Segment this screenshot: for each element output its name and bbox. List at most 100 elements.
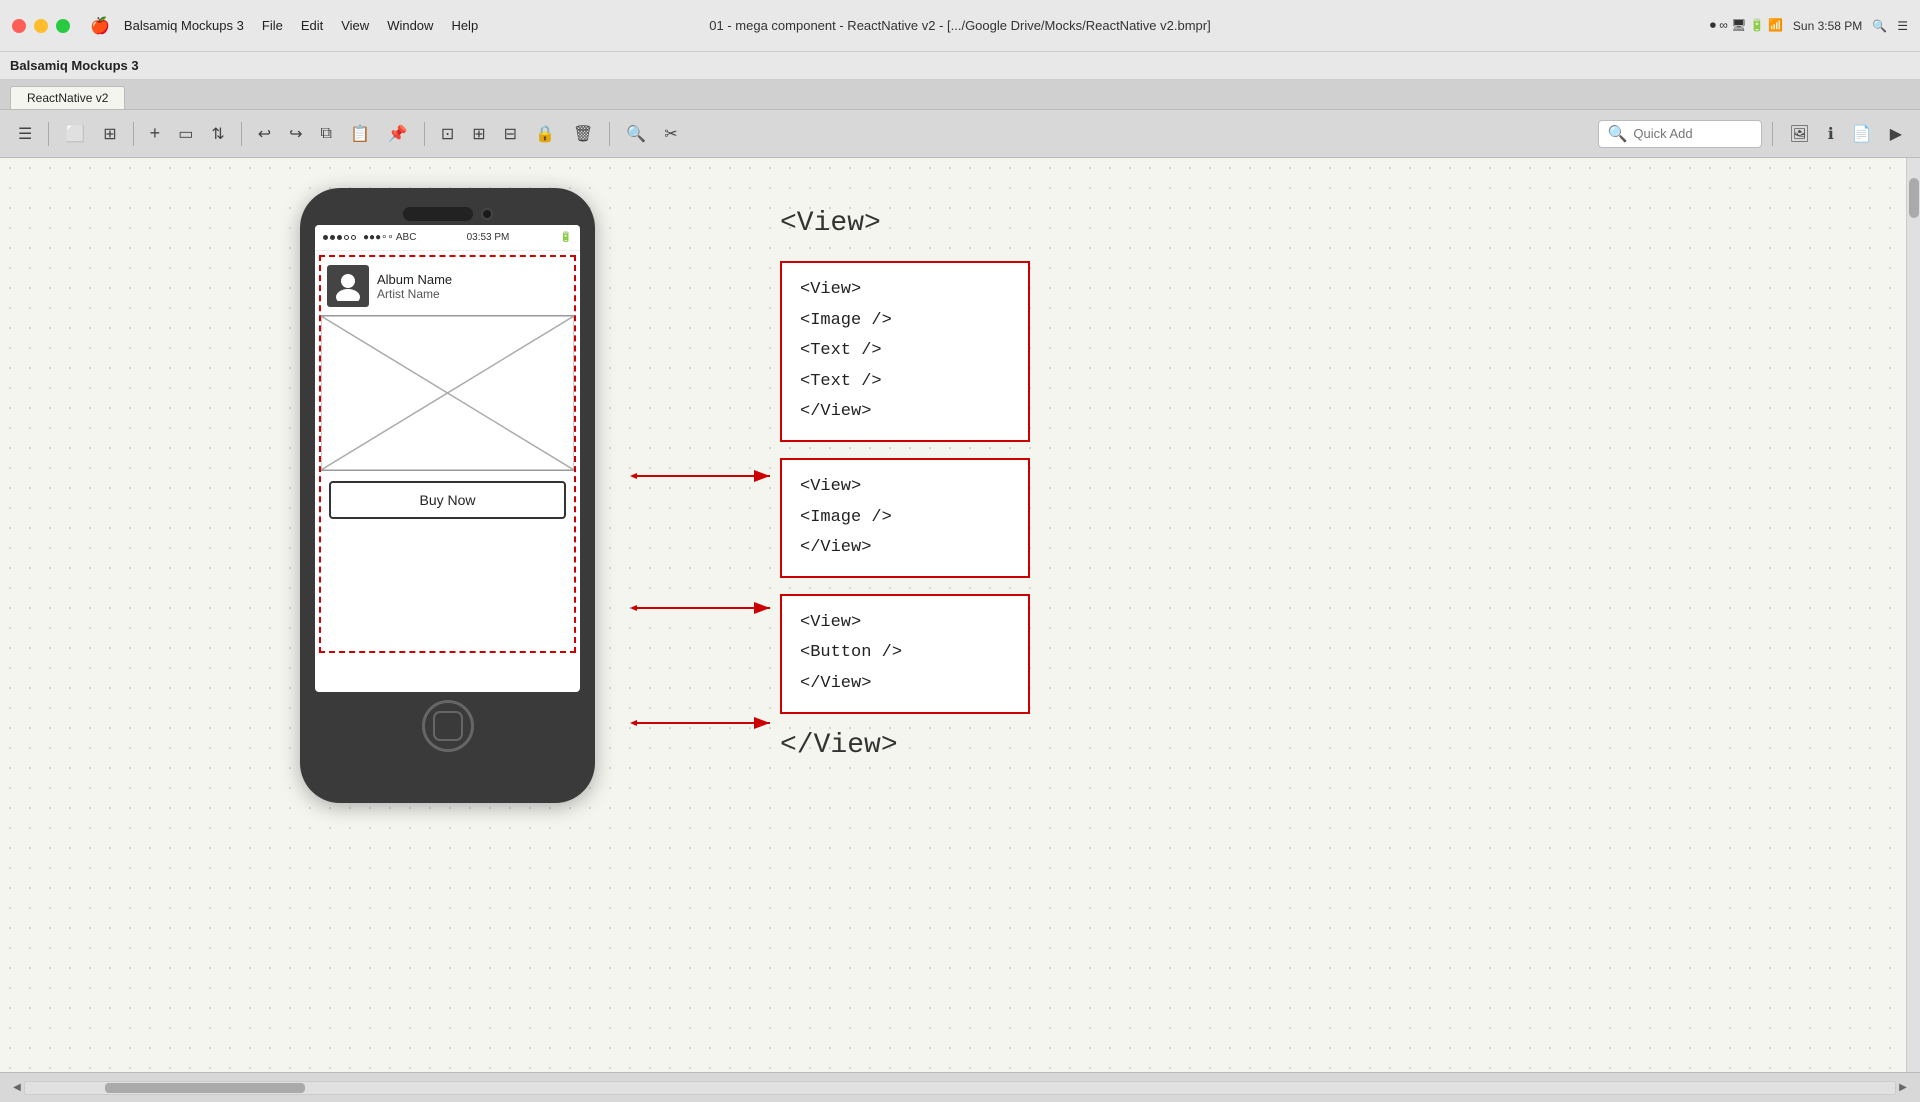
- battery-icon: 🔋: [560, 232, 572, 243]
- scrollbar-right[interactable]: [1906, 158, 1920, 1072]
- add-button[interactable]: +: [144, 119, 167, 148]
- grid-view-button[interactable]: ⊞: [97, 120, 122, 148]
- distribute-button[interactable]: ⊟: [498, 120, 523, 148]
- annotation-box-1: <View> <Image /> <Text /> <Text /> </Vie…: [780, 261, 1030, 442]
- separator-4: [424, 122, 425, 146]
- carrier-label: ●●●∘∘ ABC: [363, 232, 416, 243]
- album-avatar: [327, 265, 369, 307]
- mac-status-right: ⏺ ∞ 🖥 🔋 📶 Sun 3:58 PM 🔍 ☰: [1710, 18, 1908, 33]
- align-button[interactable]: ⊞: [466, 120, 491, 148]
- menu-balsamiq[interactable]: Balsamiq Mockups 3: [116, 16, 252, 35]
- phone-container: ●●●∘∘ ABC 03:53 PM 🔋: [300, 188, 595, 803]
- scrollbar-bottom-thumb: [105, 1083, 305, 1093]
- play-button[interactable]: ▶: [1884, 120, 1908, 148]
- bottom-bar: ◀ ▶: [0, 1072, 1920, 1102]
- menu-edit[interactable]: Edit: [293, 16, 331, 35]
- toolbar: ☰ ⬜ ⊞ + ▭ ⇅ ↩ ↪ ⧉ 📋 📌 ⊡ ⊞ ⊟ 🔒 🗑 🔍 ✂ 🔍 🖼 …: [0, 110, 1920, 158]
- artist-name: Artist Name: [377, 287, 452, 301]
- phone-camera: [481, 208, 493, 220]
- dot-3: [337, 235, 342, 240]
- scrollbar-bottom[interactable]: [24, 1081, 1896, 1095]
- clock: Sun 3:58 PM: [1793, 19, 1862, 33]
- component-button[interactable]: ▭: [172, 120, 199, 148]
- project-tab[interactable]: ReactNative v2: [10, 86, 125, 109]
- menu-help[interactable]: Help: [443, 16, 486, 35]
- app-name: Balsamiq Mockups 3: [10, 58, 139, 73]
- signal-dots: [323, 235, 356, 240]
- dot-4: [344, 235, 349, 240]
- annotation-box-3-code: <View> <Button /> </View>: [800, 608, 1010, 700]
- lock-button[interactable]: 🔒: [529, 120, 561, 148]
- info-button[interactable]: ℹ: [1822, 120, 1840, 148]
- annotation-box-3: <View> <Button /> </View>: [780, 594, 1030, 714]
- traffic-lights: [12, 19, 70, 33]
- copy-button[interactable]: ⧉: [315, 121, 338, 147]
- menu-view[interactable]: View: [333, 16, 377, 35]
- separator-5: [609, 122, 610, 146]
- home-button[interactable]: [422, 700, 474, 752]
- mac-menu: 🍎 Balsamiq Mockups 3 File Edit View Wind…: [90, 16, 486, 36]
- redo-button[interactable]: ↪: [283, 120, 308, 148]
- scroll-left-button[interactable]: ◀: [10, 1078, 24, 1098]
- status-icons: ⏺ ∞ 🖥 🔋 📶: [1710, 18, 1783, 33]
- status-left: ●●●∘∘ ABC: [323, 232, 416, 243]
- mac-titlebar: 🍎 Balsamiq Mockups 3 File Edit View Wind…: [0, 0, 1920, 52]
- search-icon[interactable]: 🔍: [1872, 19, 1887, 33]
- group-button[interactable]: ⊡: [435, 120, 460, 148]
- hamburger-button[interactable]: ☰: [12, 120, 38, 148]
- app-bar: Balsamiq Mockups 3: [0, 52, 1920, 80]
- view-close-label: </View>: [780, 730, 1030, 761]
- undo-button[interactable]: ↩: [252, 120, 277, 148]
- scrollbar-thumb-right: [1909, 178, 1919, 218]
- paste-button[interactable]: 📋: [344, 120, 376, 148]
- phone-status-bar: ●●●∘∘ ABC 03:53 PM 🔋: [315, 225, 580, 251]
- phone-earpiece: [403, 207, 473, 221]
- crop-button[interactable]: ✂: [658, 120, 683, 148]
- canvas: ●●●∘∘ ABC 03:53 PM 🔋: [0, 158, 1920, 1072]
- clipboard-button[interactable]: 📌: [382, 120, 414, 148]
- menu-icon[interactable]: ☰: [1897, 19, 1908, 33]
- album-name: Album Name: [377, 272, 452, 287]
- menu-window[interactable]: Window: [379, 16, 441, 35]
- home-button-area: [315, 700, 580, 752]
- search-icon: 🔍: [1607, 124, 1627, 144]
- quick-add-input[interactable]: [1633, 126, 1753, 141]
- buy-now-area: Buy Now: [321, 471, 574, 529]
- dot-2: [330, 235, 335, 240]
- quick-add-container[interactable]: 🔍: [1598, 120, 1762, 148]
- minimize-button[interactable]: [34, 19, 48, 33]
- avatar-icon: [333, 271, 363, 301]
- maximize-button[interactable]: [56, 19, 70, 33]
- separator-6: [1772, 122, 1773, 146]
- image-x-placeholder: [321, 316, 574, 470]
- phone-time: 03:53 PM: [467, 232, 510, 243]
- delete-button[interactable]: 🗑: [567, 120, 599, 148]
- phone-screen: ●●●∘∘ ABC 03:53 PM 🔋: [315, 225, 580, 692]
- notes-button[interactable]: 📄: [1846, 120, 1878, 148]
- annotations-area: <View> <View> <Image /> <Text /> <Text /…: [750, 208, 1030, 761]
- annotation-box-1-code: <View> <Image /> <Text /> <Text /> </Vie…: [800, 275, 1010, 428]
- buy-now-button[interactable]: Buy Now: [329, 481, 566, 519]
- window-title: 01 - mega component - ReactNative v2 - […: [709, 18, 1210, 33]
- separator-1: [48, 122, 49, 146]
- image-placeholder: [321, 316, 574, 471]
- up-down-button[interactable]: ⇅: [205, 120, 230, 148]
- single-view-button[interactable]: ⬜: [59, 120, 91, 148]
- search-button[interactable]: 🔍: [620, 120, 652, 148]
- assets-button[interactable]: 🖼: [1783, 120, 1815, 148]
- dot-1: [323, 235, 328, 240]
- separator-2: [133, 122, 134, 146]
- phone-content-dashed: Album Name Artist Name: [319, 255, 576, 653]
- tab-bar: ReactNative v2: [0, 80, 1920, 110]
- scroll-right-button[interactable]: ▶: [1896, 1078, 1910, 1098]
- album-row: Album Name Artist Name: [321, 257, 574, 316]
- apple-logo: 🍎: [90, 16, 110, 36]
- home-button-square: [433, 711, 463, 741]
- dot-5: [351, 235, 356, 240]
- close-button[interactable]: [12, 19, 26, 33]
- view-open-label: <View>: [780, 208, 1030, 239]
- album-info: Album Name Artist Name: [377, 272, 452, 301]
- annotation-box-2: <View> <Image /> </View>: [780, 458, 1030, 578]
- menu-file[interactable]: File: [254, 16, 291, 35]
- separator-3: [241, 122, 242, 146]
